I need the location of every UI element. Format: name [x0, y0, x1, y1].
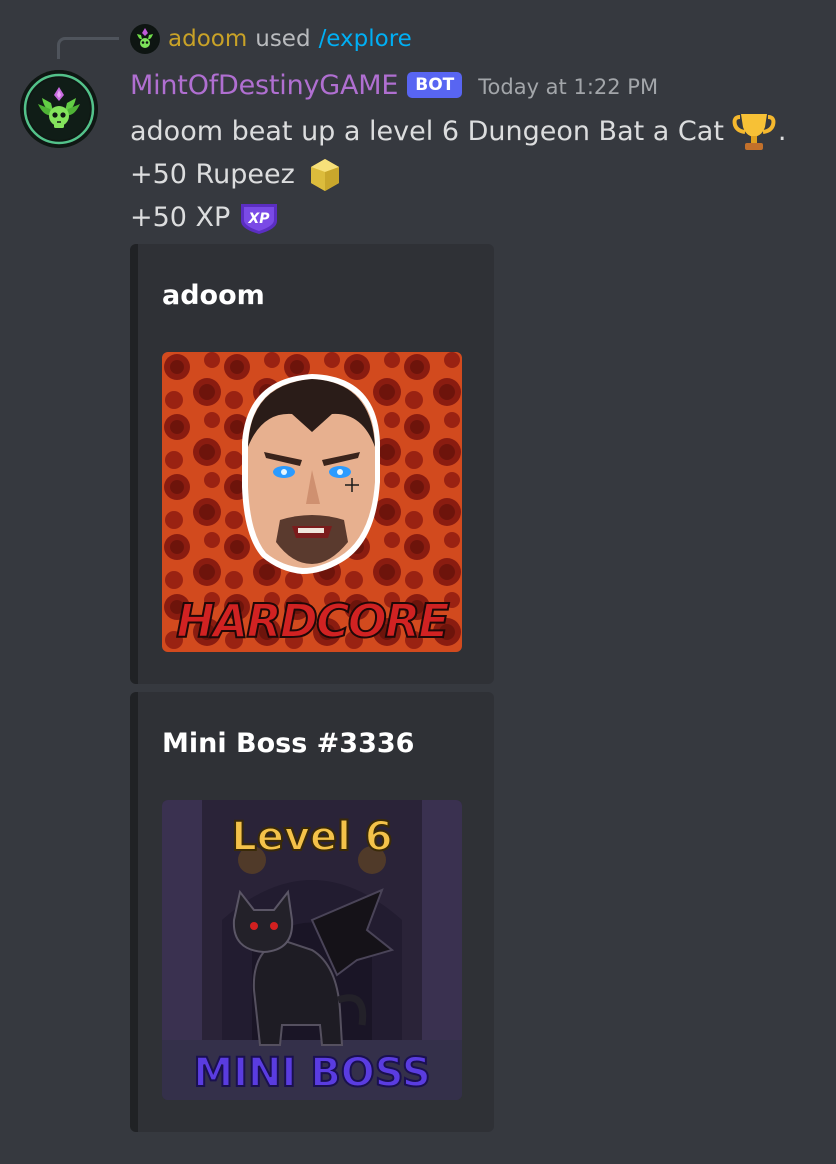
reply-used-text: used	[255, 26, 311, 52]
xp-badge-icon: XP	[238, 201, 280, 235]
message-header: MintOfDestinyGAME BOT Today at 1:22 PM	[130, 66, 658, 104]
message-content: adoom beat up a level 6 Dungeon Bat a Ca…	[130, 110, 787, 239]
mini-boss-caption: MINI BOSS	[193, 1050, 430, 1096]
content-line-result: adoom beat up a level 6 Dungeon Bat a Ca…	[130, 110, 787, 153]
author-name[interactable]: MintOfDestinyGAME	[130, 70, 398, 101]
embed-title: adoom	[162, 280, 265, 311]
embed-player: adoom HARDCORE	[130, 244, 494, 684]
rupeez-gem-icon	[309, 158, 341, 192]
chat-message: adoom used /explore MintOfDestinyGAME BO…	[0, 0, 836, 1164]
xp-text: +50 XP	[130, 202, 231, 233]
bot-avatar[interactable]	[20, 70, 98, 148]
trophy-icon	[732, 111, 776, 153]
reply-command-name[interactable]: /explore	[319, 26, 412, 52]
content-line-rupeez: +50 Rupeez	[130, 153, 787, 196]
hardcore-caption: HARDCORE	[176, 594, 449, 648]
bot-tag: BOT	[407, 72, 463, 98]
result-text: adoom beat up a level 6 Dungeon Bat a Ca…	[130, 116, 724, 147]
player-avatar-image[interactable]: HARDCORE	[162, 352, 462, 652]
content-line-xp: +50 XP XP	[130, 196, 787, 239]
message-timestamp[interactable]: Today at 1:22 PM	[478, 75, 658, 99]
result-period: .	[777, 116, 787, 147]
embed-title: Mini Boss #3336	[162, 728, 415, 759]
rupeez-text: +50 Rupeez	[130, 159, 295, 190]
reply-username[interactable]: adoom	[168, 26, 247, 52]
xp-badge-label: XP	[248, 211, 271, 227]
reply-connector	[57, 37, 119, 59]
skull-crest-icon[interactable]	[130, 24, 160, 54]
level-caption: Level 6	[231, 814, 392, 860]
mini-boss-image[interactable]: Level 6 MINI BOSS	[162, 800, 462, 1100]
embed-mini-boss: Mini Boss #3336 Level 6 MINI BOSS	[130, 692, 494, 1132]
command-reference[interactable]: adoom used /explore	[130, 24, 412, 54]
skull-crest-icon	[20, 70, 98, 148]
